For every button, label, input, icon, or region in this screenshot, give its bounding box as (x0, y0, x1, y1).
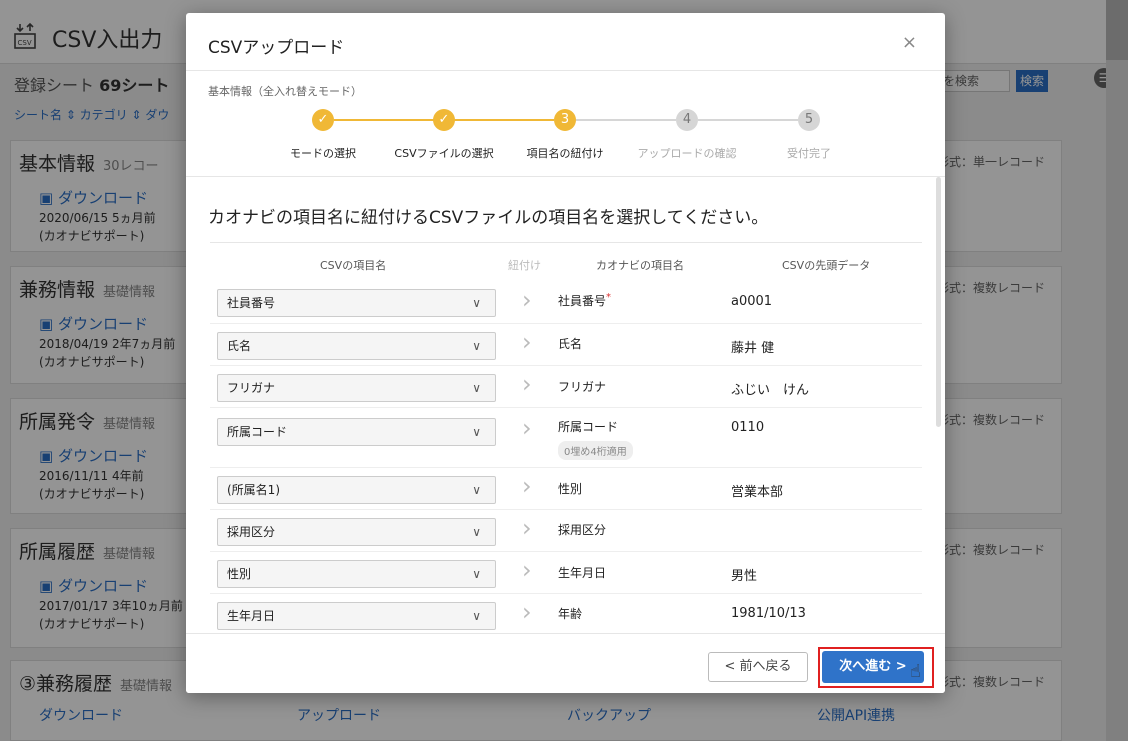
step-label: 受付完了 (787, 147, 831, 160)
col-csv-header: CSVの項目名 (320, 259, 387, 272)
step-1-check-icon: ✓ (312, 109, 334, 131)
table-row: 社員番号 ∨ › 社員番号* a0001 (210, 282, 922, 324)
chevron-right-icon: › (522, 472, 532, 500)
kaonavi-field: 採用区分 (558, 523, 607, 537)
col-head-data-header: CSVの先頭データ (782, 259, 871, 272)
csv-field-select[interactable]: フリガナ ∨ (217, 374, 496, 402)
kaonavi-field: 社員番号* (558, 292, 612, 308)
chevron-right-icon: › (522, 598, 532, 626)
instruction-text: カオナビの項目名に紐付けるCSVファイルの項目名を選択してください。 (208, 208, 769, 228)
step-4-circle: 4 (676, 109, 698, 131)
csv-field-select[interactable]: 社員番号 ∨ (217, 289, 496, 317)
next-button[interactable]: 次へ進む > (822, 651, 924, 683)
kaonavi-field: フリガナ (558, 380, 607, 394)
chevron-right-icon: › (522, 556, 532, 584)
csv-field-select[interactable]: 採用区分 ∨ (217, 518, 496, 546)
head-data-value: ふじい けん (731, 383, 810, 398)
modal-subtitle: 基本情報（全入れ替えモード） (208, 85, 362, 98)
mapping-table-header: CSVの項目名 紐付け カオナビの項目名 CSVの先頭データ (210, 242, 922, 280)
csv-field-select[interactable]: (所属名1) ∨ (217, 476, 496, 504)
chevron-down-icon: ∨ (472, 296, 481, 310)
step-connector (334, 119, 434, 121)
chevron-down-icon: ∨ (472, 567, 481, 581)
kaonavi-field: 性別 (558, 482, 583, 496)
chevron-right-icon: › (522, 286, 532, 314)
table-row: 性別 ∨ › 生年月日 男性 (210, 552, 922, 594)
chevron-right-icon: › (522, 328, 532, 356)
chevron-down-icon: ∨ (472, 381, 481, 395)
chevron-down-icon: ∨ (472, 609, 481, 623)
head-data-value: 営業本部 (731, 485, 784, 500)
step-label: CSVファイルの選択 (394, 147, 494, 160)
head-data-value: 0110 (731, 420, 765, 435)
pointer-cursor-icon: ☝ (910, 661, 921, 682)
chevron-right-icon: › (522, 370, 532, 398)
step-label: モードの選択 (290, 147, 356, 160)
zero-pad-badge: 0埋め4桁適用 (558, 441, 633, 460)
col-link-header: 紐付け (508, 259, 541, 272)
mapping-table: 社員番号 ∨ › 社員番号* a0001 氏名 ∨ › 氏名 藤井 健 フリガナ ∨ … (210, 282, 922, 634)
step-connector (576, 119, 676, 121)
csv-field-select[interactable]: 所属コード ∨ (217, 418, 496, 446)
table-row: 氏名 ∨ › 氏名 藤井 健 (210, 324, 922, 366)
head-data-value: 男性 (731, 569, 758, 584)
kaonavi-field: 所属コード 0埋め4桁適用 (558, 418, 633, 460)
progress-steps: ✓ ✓ 3 4 5 モードの選択 CSVファイルの選択 項目名の紐付け アップロ… (186, 109, 945, 169)
head-data-value: 藤井 健 (731, 341, 775, 356)
chevron-down-icon: ∨ (472, 425, 481, 439)
table-row: 採用区分 ∨ › 採用区分 (210, 510, 922, 552)
step-label: アップロードの確認 (637, 147, 737, 160)
close-icon[interactable]: × (902, 32, 917, 53)
table-row: 所属コード ∨ › 所属コード 0埋め4桁適用 0110 (210, 408, 922, 468)
kaonavi-field: 年齢 (558, 607, 583, 621)
table-row: (所属名1) ∨ › 性別 営業本部 (210, 468, 922, 510)
csv-field-select[interactable]: 氏名 ∨ (217, 332, 496, 360)
csv-field-select[interactable]: 生年月日 ∨ (217, 602, 496, 630)
chevron-right-icon: › (522, 414, 532, 442)
step-connector (698, 119, 798, 121)
divider (186, 176, 945, 177)
modal-scrollbar[interactable] (936, 177, 941, 427)
kaonavi-field: 氏名 (558, 337, 583, 351)
head-data-value: a0001 (731, 294, 773, 309)
csv-upload-modal: CSVアップロード × 基本情報（全入れ替えモード） ✓ ✓ 3 4 5 モード… (186, 13, 945, 693)
col-kaonavi-header: カオナビの項目名 (596, 259, 684, 272)
back-button[interactable]: < 前へ戻る (708, 652, 808, 682)
step-connector (454, 119, 554, 121)
csv-field-select[interactable]: 性別 ∨ (217, 560, 496, 588)
chevron-right-icon: › (522, 514, 532, 542)
chevron-down-icon: ∨ (472, 339, 481, 353)
modal-footer: < 前へ戻る 次へ進む > ☝ (186, 633, 945, 693)
table-row: 生年月日 ∨ › 年齢 1981/10/13 (210, 594, 922, 634)
step-2-check-icon: ✓ (433, 109, 455, 131)
step-5-circle: 5 (798, 109, 820, 131)
step-label: 項目名の紐付け (526, 147, 604, 160)
chevron-down-icon: ∨ (472, 525, 481, 539)
modal-title: CSVアップロード (208, 38, 345, 58)
chevron-down-icon: ∨ (472, 483, 481, 497)
step-3-circle: 3 (554, 109, 576, 131)
table-row: フリガナ ∨ › フリガナ ふじい けん (210, 366, 922, 408)
modal-header: CSVアップロード × (186, 13, 945, 71)
head-data-value: 1981/10/13 (731, 606, 806, 621)
kaonavi-field: 生年月日 (558, 566, 607, 580)
